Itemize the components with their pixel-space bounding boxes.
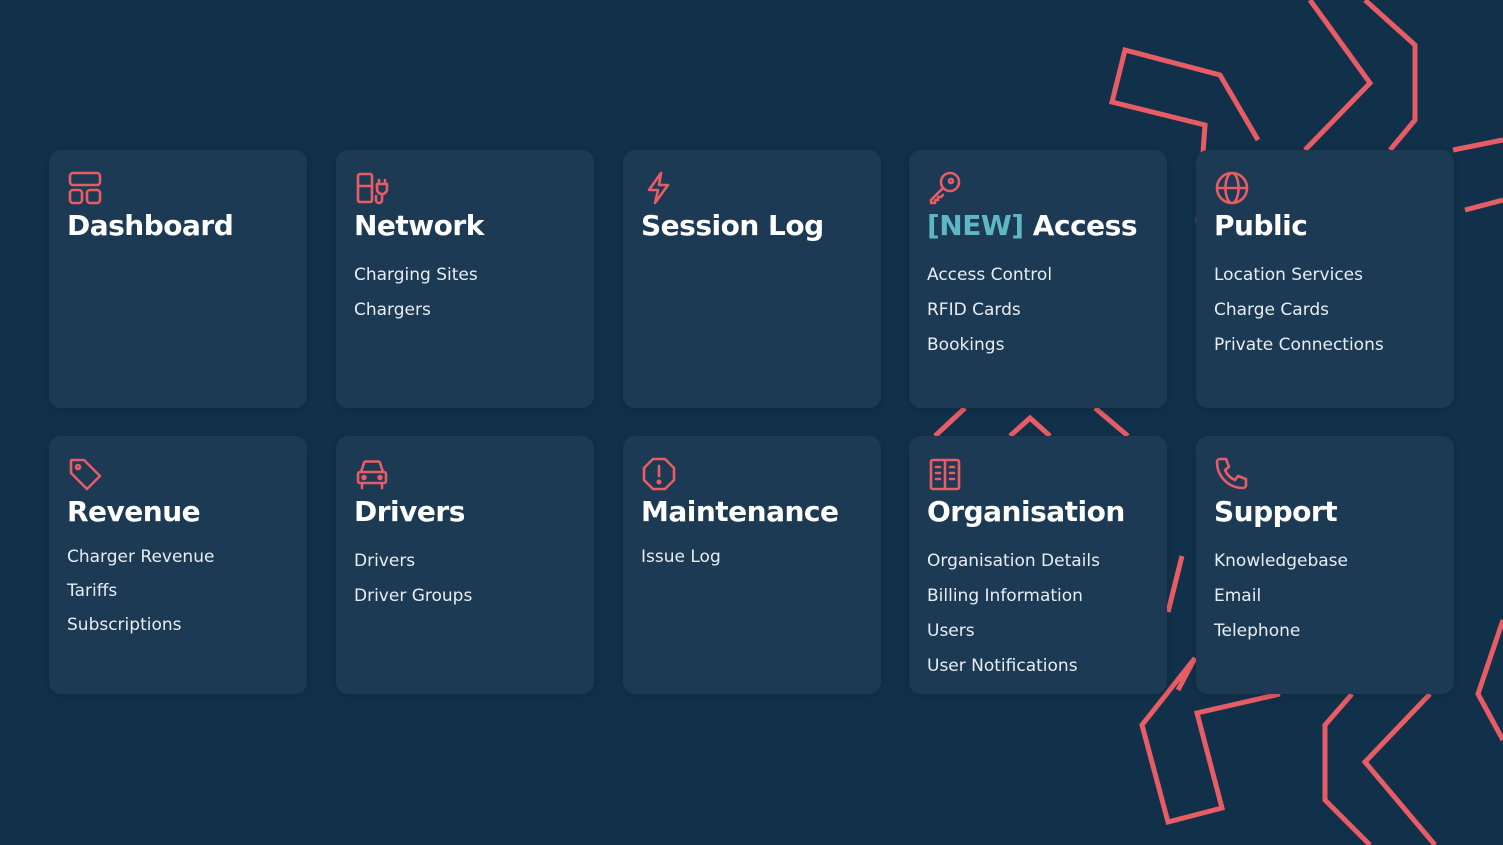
link-rfid-cards[interactable]: RFID Cards	[927, 293, 1149, 328]
ev-station-icon	[354, 170, 390, 206]
link-billing-information[interactable]: Billing Information	[927, 579, 1149, 614]
link-issue-log[interactable]: Issue Log	[641, 540, 863, 575]
card-network[interactable]: Network Charging Sites Chargers	[336, 150, 594, 408]
card-title: Network	[354, 209, 484, 242]
card-links: Organisation Details Billing Information…	[927, 544, 1149, 684]
decorative-chevrons	[933, 0, 1503, 845]
lightning-icon	[641, 170, 677, 206]
link-user-notifications[interactable]: User Notifications	[927, 649, 1149, 684]
card-title: [NEW] Access	[927, 209, 1137, 242]
card-links: Location Services Charge Cards Private C…	[1214, 258, 1436, 363]
link-email[interactable]: Email	[1214, 579, 1436, 614]
tag-icon	[67, 456, 103, 492]
building-icon	[927, 456, 963, 492]
link-bookings[interactable]: Bookings	[927, 328, 1149, 363]
card-links: Charger Revenue Tariffs Subscriptions	[67, 540, 289, 642]
link-location-services[interactable]: Location Services	[1214, 258, 1436, 293]
link-drivers[interactable]: Drivers	[354, 544, 576, 579]
card-links: Access Control RFID Cards Bookings	[927, 258, 1149, 363]
card-support[interactable]: Support Knowledgebase Email Telephone	[1196, 436, 1454, 694]
card-title: Drivers	[354, 495, 465, 528]
link-organisation-details[interactable]: Organisation Details	[927, 544, 1149, 579]
link-chargers[interactable]: Chargers	[354, 293, 576, 328]
car-icon	[354, 456, 390, 492]
link-charging-sites[interactable]: Charging Sites	[354, 258, 576, 293]
phone-icon	[1214, 456, 1250, 492]
link-knowledgebase[interactable]: Knowledgebase	[1214, 544, 1436, 579]
card-links: Knowledgebase Email Telephone	[1214, 544, 1436, 649]
link-charge-cards[interactable]: Charge Cards	[1214, 293, 1436, 328]
card-title: Dashboard	[67, 209, 234, 242]
link-driver-groups[interactable]: Driver Groups	[354, 579, 576, 614]
key-icon	[927, 170, 963, 206]
card-title: Maintenance	[641, 495, 839, 528]
card-title: Revenue	[67, 495, 201, 528]
link-charger-revenue[interactable]: Charger Revenue	[67, 540, 289, 574]
dashboard-icon	[67, 170, 103, 206]
card-dashboard[interactable]: Dashboard	[49, 150, 307, 408]
link-access-control[interactable]: Access Control	[927, 258, 1149, 293]
card-title: Public	[1214, 209, 1308, 242]
card-title: Session Log	[641, 209, 824, 242]
card-title: Organisation	[927, 495, 1125, 528]
globe-icon	[1214, 170, 1250, 206]
card-session-log[interactable]: Session Log	[623, 150, 881, 408]
new-badge: [NEW]	[927, 209, 1024, 242]
card-links: Issue Log	[641, 540, 863, 575]
link-telephone[interactable]: Telephone	[1214, 614, 1436, 649]
card-title: Support	[1214, 495, 1338, 528]
card-access[interactable]: [NEW] Access Access Control RFID Cards B…	[909, 150, 1167, 408]
link-tariffs[interactable]: Tariffs	[67, 574, 289, 608]
link-users[interactable]: Users	[927, 614, 1149, 649]
card-public[interactable]: Public Location Services Charge Cards Pr…	[1196, 150, 1454, 408]
card-organisation[interactable]: Organisation Organisation Details Billin…	[909, 436, 1167, 694]
alert-icon	[641, 456, 677, 492]
card-revenue[interactable]: Revenue Charger Revenue Tariffs Subscrip…	[49, 436, 307, 694]
card-drivers[interactable]: Drivers Drivers Driver Groups	[336, 436, 594, 694]
link-private-connections[interactable]: Private Connections	[1214, 328, 1436, 363]
card-links: Charging Sites Chargers	[354, 258, 576, 328]
home-menu: Dashboard Network Charging Sites Charger…	[0, 0, 1503, 845]
link-subscriptions[interactable]: Subscriptions	[67, 608, 289, 642]
card-links: Drivers Driver Groups	[354, 544, 576, 614]
card-maintenance[interactable]: Maintenance Issue Log	[623, 436, 881, 694]
